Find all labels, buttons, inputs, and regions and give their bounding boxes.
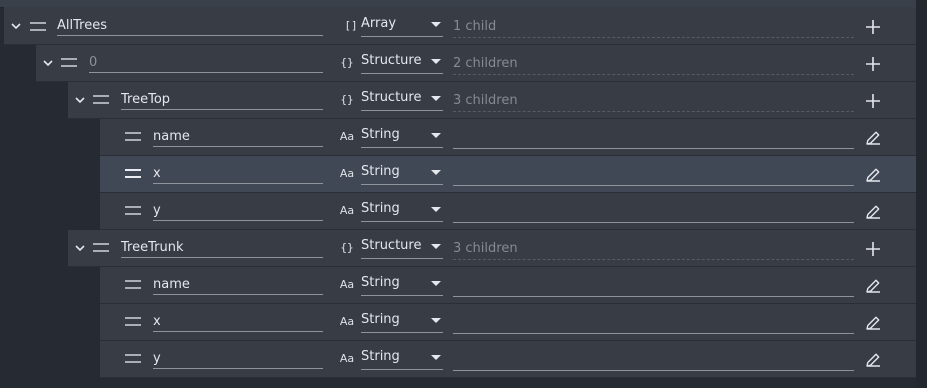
plus-icon[interactable] xyxy=(862,238,884,260)
caret-down-icon xyxy=(431,355,441,360)
caret-down-icon xyxy=(431,207,441,212)
chevron-down-icon[interactable] xyxy=(42,57,54,69)
caret-down-icon xyxy=(431,96,441,101)
field-name[interactable]: name xyxy=(153,128,323,147)
caret-down-icon xyxy=(431,318,441,323)
structure-type-icon: {} xyxy=(340,241,354,254)
children-count: 1 child xyxy=(453,19,854,38)
scrollbar-track[interactable] xyxy=(916,0,927,388)
type-dropdown[interactable]: String xyxy=(361,311,443,333)
string-type-icon: Aa xyxy=(339,130,355,143)
pencil-icon[interactable] xyxy=(862,312,884,334)
tree-row-alltrees[interactable]: AllTrees [] Array 1 child xyxy=(4,7,916,45)
value-field[interactable] xyxy=(453,204,854,223)
structure-type-icon: {} xyxy=(340,93,354,106)
field-name[interactable]: y xyxy=(153,202,323,221)
type-dropdown[interactable]: String xyxy=(361,126,443,148)
structure-type-icon: {} xyxy=(340,56,354,69)
caret-down-icon xyxy=(431,59,441,64)
tree-row-treetrunk-x[interactable]: x Aa String xyxy=(100,304,916,341)
drag-handle-icon[interactable] xyxy=(125,206,141,215)
type-dropdown[interactable]: String xyxy=(361,200,443,222)
field-name[interactable]: AllTrees xyxy=(57,17,323,36)
caret-down-icon xyxy=(431,133,441,138)
plus-icon[interactable] xyxy=(862,90,884,112)
children-count: 3 children xyxy=(453,241,854,260)
value-field[interactable] xyxy=(453,278,854,297)
field-name[interactable]: y xyxy=(153,350,323,369)
pencil-icon[interactable] xyxy=(862,164,884,186)
drag-handle-icon[interactable] xyxy=(125,354,141,363)
drag-handle-icon[interactable] xyxy=(93,243,109,252)
tree-row-treetop-name[interactable]: name Aa String xyxy=(100,119,916,156)
drag-handle-icon[interactable] xyxy=(125,317,141,326)
caret-down-icon xyxy=(431,22,441,27)
type-dropdown[interactable]: String xyxy=(361,274,443,296)
caret-down-icon xyxy=(431,281,441,286)
pencil-icon[interactable] xyxy=(862,275,884,297)
tree-row-treetrunk-name[interactable]: name Aa String xyxy=(100,267,916,304)
value-field[interactable] xyxy=(453,167,854,186)
field-name[interactable]: x xyxy=(153,313,323,332)
type-dropdown[interactable]: String xyxy=(361,163,443,185)
type-label: Structure xyxy=(361,238,422,253)
value-field[interactable] xyxy=(453,352,854,371)
type-dropdown[interactable]: Structure xyxy=(361,237,443,259)
type-label: String xyxy=(361,164,400,179)
type-label: Structure xyxy=(361,53,422,68)
field-name[interactable]: 0 xyxy=(89,54,323,73)
drag-handle-icon[interactable] xyxy=(93,95,109,104)
type-dropdown[interactable]: Structure xyxy=(361,52,443,74)
tree-row-treetop-x[interactable]: x Aa String xyxy=(100,156,916,193)
pencil-icon[interactable] xyxy=(862,127,884,149)
plus-icon[interactable] xyxy=(862,16,884,38)
type-label: String xyxy=(361,275,400,290)
caret-down-icon xyxy=(431,244,441,249)
caret-down-icon xyxy=(431,170,441,175)
children-count: 2 children xyxy=(453,56,854,75)
drag-handle-icon[interactable] xyxy=(61,58,77,67)
tree-row-treetop-y[interactable]: y Aa String xyxy=(100,193,916,230)
type-label: Array xyxy=(361,16,397,31)
type-label: String xyxy=(361,312,400,327)
children-count: 3 children xyxy=(453,93,854,112)
type-dropdown[interactable]: String xyxy=(361,348,443,370)
pencil-icon[interactable] xyxy=(862,349,884,371)
value-field[interactable] xyxy=(453,315,854,334)
array-type-icon: [] xyxy=(344,19,358,32)
string-type-icon: Aa xyxy=(339,167,355,180)
tree-row-treetrunk[interactable]: TreeTrunk {} Structure 3 children xyxy=(68,230,916,267)
value-field[interactable] xyxy=(453,130,854,149)
drag-handle-icon[interactable] xyxy=(30,22,46,31)
field-name[interactable]: TreeTrunk xyxy=(121,239,323,258)
string-type-icon: Aa xyxy=(339,278,355,291)
field-name[interactable]: name xyxy=(153,276,323,295)
tree-row-treetrunk-y[interactable]: y Aa String xyxy=(100,341,916,378)
string-type-icon: Aa xyxy=(339,315,355,328)
drag-handle-icon[interactable] xyxy=(125,280,141,289)
type-label: String xyxy=(361,349,400,364)
type-label: String xyxy=(361,127,400,142)
type-dropdown[interactable]: Array xyxy=(361,15,443,37)
type-label: String xyxy=(361,201,400,216)
string-type-icon: Aa xyxy=(339,204,355,217)
drag-handle-icon[interactable] xyxy=(125,132,141,141)
plus-icon[interactable] xyxy=(862,53,884,75)
drag-handle-icon[interactable] xyxy=(125,169,141,178)
field-name[interactable]: TreeTop xyxy=(121,91,323,110)
type-label: Structure xyxy=(361,90,422,105)
tree-row-treetop[interactable]: TreeTop {} Structure 3 children xyxy=(68,82,916,119)
chevron-down-icon[interactable] xyxy=(10,20,22,32)
tree-row-item-0[interactable]: 0 {} Structure 2 children xyxy=(36,45,916,82)
chevron-down-icon[interactable] xyxy=(74,242,86,254)
pencil-icon[interactable] xyxy=(862,201,884,223)
field-name[interactable]: x xyxy=(153,165,323,184)
string-type-icon: Aa xyxy=(339,352,355,365)
type-dropdown[interactable]: Structure xyxy=(361,89,443,111)
chevron-down-icon[interactable] xyxy=(74,94,86,106)
